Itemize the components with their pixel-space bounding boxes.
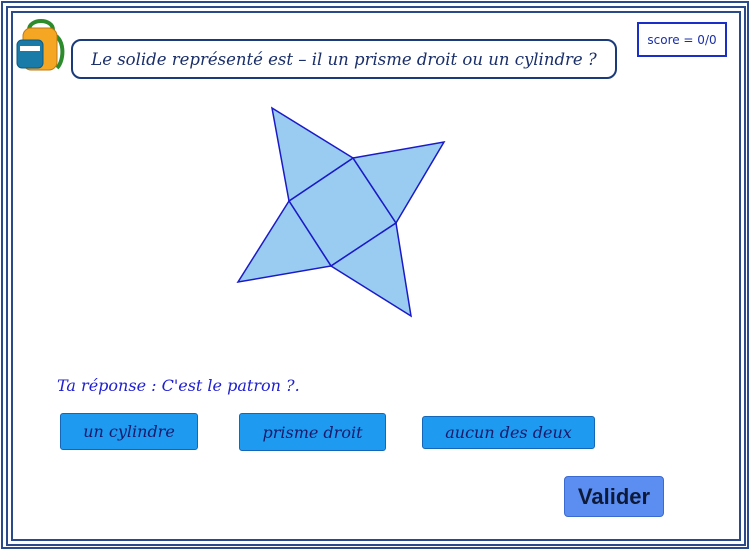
choice-label: aucun des deux [445,423,572,442]
net-figure [236,106,446,318]
choice-label: prisme droit [262,422,363,442]
validate-label: Valider [577,483,651,509]
choice-prisme-droit-button[interactable]: prisme droit [239,413,386,451]
choice-aucun-button[interactable]: aucun des deux [422,416,595,449]
choice-cylindre-button[interactable]: un cylindre [60,413,198,450]
question-box: Le solide représenté est – il un prisme … [71,39,617,79]
validate-button[interactable]: Valider [564,476,664,517]
answer-prompt: Ta réponse : C'est le patron ?. [57,376,300,395]
backpack-icon [15,16,67,72]
score-text: score = 0/0 [647,32,717,47]
question-text: Le solide représenté est – il un prisme … [91,49,597,69]
score-box: score = 0/0 [637,22,727,57]
choice-label: un cylindre [83,422,175,441]
